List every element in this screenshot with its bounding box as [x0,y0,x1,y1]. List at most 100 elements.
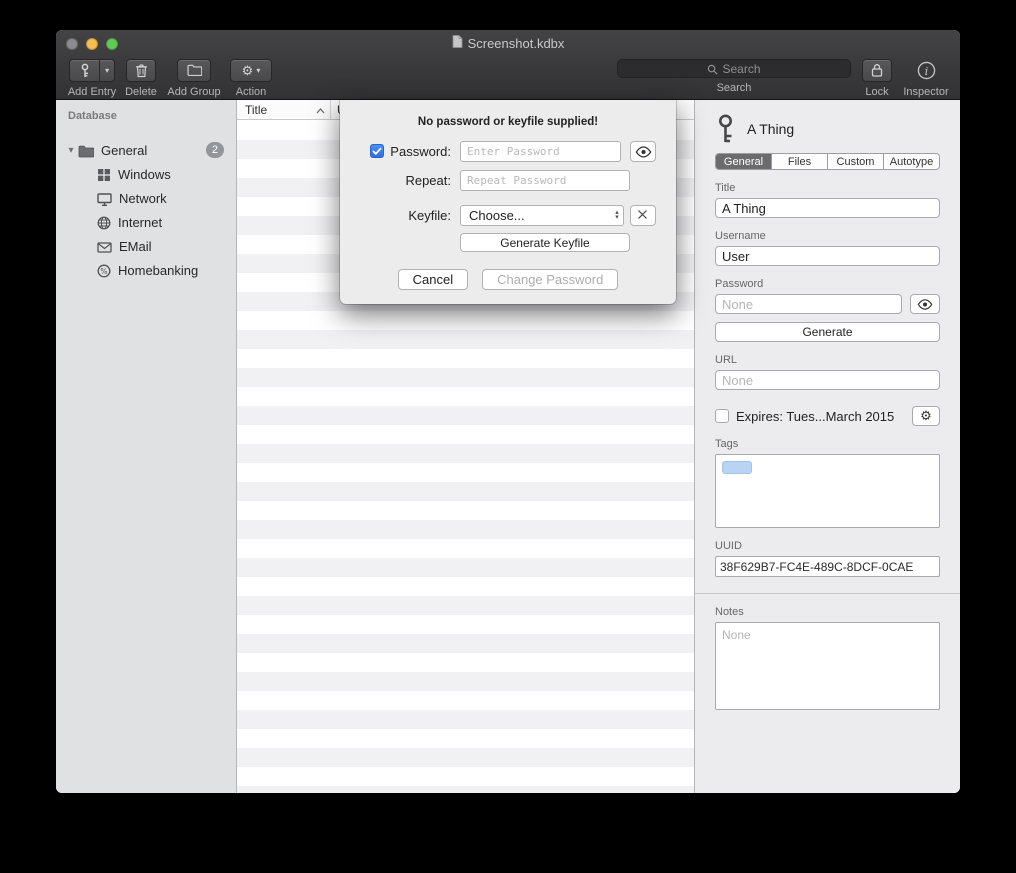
generate-keyfile-row: Generate Keyfile [360,233,656,252]
toolbar-add-entry: ▾ Add Entry [64,59,120,98]
gear-icon: ⚙ [920,408,932,424]
inspector-panel: A Thing General Files Custom Autotype Ti… [695,100,960,793]
delete-button[interactable] [126,59,156,82]
inspector-entry-header: A Thing [715,112,940,146]
envelope-icon [97,239,112,254]
inspector-tabs: General Files Custom Autotype [715,153,940,170]
search-input[interactable]: Search [617,59,851,78]
tab-general[interactable]: General [716,154,772,169]
column-header-title[interactable]: Title [237,100,331,119]
tag-chip[interactable] [722,461,752,474]
username-field[interactable] [715,246,940,266]
group-label: EMail [119,239,152,254]
entry-title: A Thing [747,121,794,137]
dialog-repeat-input[interactable] [460,170,630,191]
titlebar[interactable]: Screenshot.kdbx [56,30,960,56]
sidebar: Database ▾ General 2 Windows [56,100,237,793]
window-title: Screenshot.kdbx [56,30,960,56]
svg-text:%: % [100,267,107,276]
action-dropdown-arrow-icon: ▾ [256,66,260,75]
sidebar-item-email[interactable]: EMail [56,234,236,258]
group-label: Internet [118,215,162,230]
sidebar-item-network[interactable]: Network [56,186,236,210]
globe-icon [97,214,111,230]
trash-icon [135,62,148,80]
group-label: General [101,143,147,158]
tags-field[interactable] [715,454,940,528]
lock-button[interactable] [862,59,892,82]
add-group-button[interactable] [177,59,211,82]
desktop-background: Screenshot.kdbx ▾ Add Entry [0,0,1016,873]
toolbar-delete: Delete [122,59,160,98]
password-row: Password: [360,140,656,162]
add-entry-label: Add Entry [64,86,120,98]
app-window: Screenshot.kdbx ▾ Add Entry [56,30,960,793]
password-checkbox[interactable] [370,144,384,158]
group-tree: ▾ General 2 Windows [56,132,236,282]
stepper-down-icon: ▾ [615,215,619,220]
sidebar-item-homebanking[interactable]: % Homebanking [56,258,236,282]
group-label: Network [119,191,167,206]
stepper-arrows-icon: ▴ ▾ [615,210,619,220]
folder-icon [78,142,94,157]
monitor-icon [97,190,112,205]
tab-files[interactable]: Files [772,154,828,169]
url-field[interactable] [715,370,940,390]
lock-icon [871,62,883,80]
dialog-actions: Cancel Change Password [340,269,676,290]
generate-keyfile-button[interactable]: Generate Keyfile [460,233,630,252]
dialog-message: No password or keyfile supplied! [340,116,676,128]
zoom-button[interactable] [106,38,118,50]
toolbar-search: Search Search [617,59,851,94]
search-label: Search [617,82,851,94]
change-password-button[interactable]: Change Password [482,269,618,290]
entry-count-badge: 2 [206,142,224,158]
action-button[interactable]: ⚙ ▾ [230,59,272,82]
sidebar-item-general[interactable]: ▾ General 2 [56,138,236,162]
keyfile-dropdown[interactable]: Choose... ▴ ▾ [460,205,624,226]
sidebar-item-internet[interactable]: Internet [56,210,236,234]
key-icon [715,114,736,144]
keyfile-label: Keyfile: [408,208,451,223]
add-entry-dropdown-arrow-icon[interactable]: ▾ [99,60,114,81]
toolbar-add-group: Add Group [164,59,224,98]
keyfile-value: Choose... [469,208,525,223]
close-button[interactable] [66,38,78,50]
add-group-label: Add Group [164,86,224,98]
generate-password-button[interactable]: Generate [715,322,940,342]
sidebar-item-windows[interactable]: Windows [56,162,236,186]
disclosure-triangle-icon[interactable]: ▾ [64,145,78,156]
minimize-button[interactable] [86,38,98,50]
repeat-label: Repeat: [405,173,451,188]
uuid-field[interactable] [715,556,940,577]
password-field[interactable] [715,294,902,314]
expires-settings-button[interactable]: ⚙ [912,406,940,426]
password-field-label: Password [715,278,940,290]
expires-row: Expires: Tues...March 2015 ⚙ [715,406,940,426]
column-title-label: Title [245,103,267,117]
username-field-label: Username [715,230,940,242]
notes-field[interactable] [715,622,940,710]
tab-autotype[interactable]: Autotype [884,154,939,169]
search-placeholder: Search [722,62,760,76]
reveal-password-button[interactable] [910,294,940,314]
keyfile-row: Keyfile: Choose... ▴ ▾ [360,204,656,226]
window-header: Screenshot.kdbx ▾ Add Entry [56,30,960,100]
eye-icon [917,297,933,312]
add-entry-button[interactable]: ▾ [69,59,115,82]
search-icon [707,62,718,76]
traffic-lights [66,38,118,50]
cancel-button[interactable]: Cancel [398,269,468,290]
title-field[interactable] [715,198,940,218]
toolbar: ▾ Add Entry Delete [56,56,960,100]
dialog-reveal-password-button[interactable] [630,141,656,162]
notes-section: Notes [695,593,960,715]
keyfile-clear-button[interactable] [630,205,656,226]
tab-custom[interactable]: Custom [828,154,884,169]
inspector-button[interactable]: i [898,59,954,82]
delete-label: Delete [122,86,160,98]
dialog-password-input[interactable] [460,141,621,162]
password-label: Password: [390,144,451,159]
expires-checkbox[interactable] [715,409,729,423]
percent-coin-icon: % [97,262,111,278]
